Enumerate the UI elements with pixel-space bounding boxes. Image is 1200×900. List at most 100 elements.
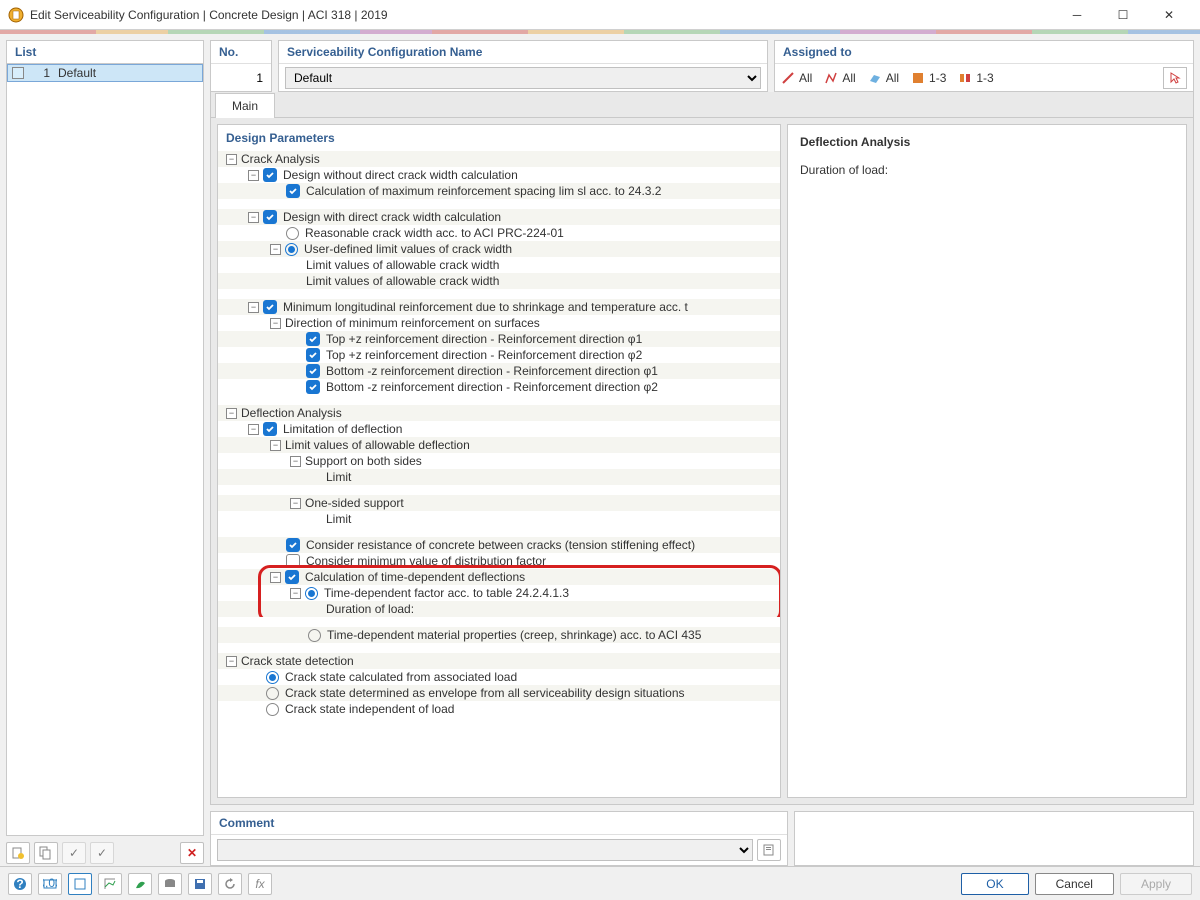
param-label: Time-dependent factor acc. to table 24.2… xyxy=(324,586,569,600)
bracket-icon xyxy=(73,877,87,891)
collapse-icon[interactable]: − xyxy=(290,588,301,599)
comment-right-panel xyxy=(794,811,1194,866)
window-title: Edit Serviceability Configuration | Conc… xyxy=(30,8,1054,22)
tool-button-3[interactable] xyxy=(158,873,182,895)
set-icon xyxy=(824,71,838,85)
param-label: Support on both sides xyxy=(305,454,422,468)
graph-icon xyxy=(103,877,117,891)
minimize-button[interactable]: ─ xyxy=(1054,0,1100,30)
config-list: 1 Default xyxy=(6,64,204,836)
comment-box: Comment xyxy=(210,811,788,866)
radio[interactable] xyxy=(266,687,279,700)
collapse-icon[interactable]: − xyxy=(270,244,281,255)
collapse-icon[interactable]: − xyxy=(226,408,237,419)
radio[interactable] xyxy=(285,243,298,256)
apply-button[interactable]: Apply xyxy=(1120,873,1192,895)
collapse-icon[interactable]: − xyxy=(270,318,281,329)
collapse-icon[interactable]: − xyxy=(248,424,259,435)
param-label: Limit values of allowable crack width xyxy=(306,274,499,288)
collapse-icon[interactable]: − xyxy=(270,572,281,583)
copy-icon xyxy=(39,846,53,860)
radio[interactable] xyxy=(305,587,318,600)
checkbox[interactable] xyxy=(285,570,299,584)
close-button[interactable]: ✕ xyxy=(1146,0,1192,30)
collapse-icon[interactable]: − xyxy=(226,154,237,165)
radio[interactable] xyxy=(308,629,321,642)
function-button[interactable]: fx xyxy=(248,873,272,895)
tool-button-2[interactable] xyxy=(128,873,152,895)
new-item-button[interactable] xyxy=(6,842,30,864)
parameters-tree[interactable]: Design Parameters −Crack Analysis −Desig… xyxy=(217,124,781,798)
config-name-label: Serviceability Configuration Name xyxy=(279,41,767,64)
units-button[interactable]: 0,00 xyxy=(38,873,62,895)
titlebar: Edit Serviceability Configuration | Conc… xyxy=(0,0,1200,30)
info-panel: Deflection Analysis Duration of load: xyxy=(787,124,1187,798)
no-box: No. 1 xyxy=(210,40,272,92)
param-label: Design with direct crack width calculati… xyxy=(283,210,501,224)
radio[interactable] xyxy=(286,227,299,240)
config-name-select[interactable]: Default xyxy=(285,67,761,89)
checkbox[interactable] xyxy=(263,210,277,224)
reset-button[interactable] xyxy=(218,873,242,895)
param-label: Bottom -z reinforcement direction - Rein… xyxy=(326,364,658,378)
param-label: Top +z reinforcement direction - Reinfor… xyxy=(326,348,642,362)
tab-main[interactable]: Main xyxy=(215,93,275,118)
param-label: Design without direct crack width calcul… xyxy=(283,168,518,182)
checkbox[interactable] xyxy=(306,332,320,346)
param-label: Top +z reinforcement direction - Reinfor… xyxy=(326,332,642,346)
view-button[interactable] xyxy=(68,873,92,895)
copy-item-button[interactable] xyxy=(34,842,58,864)
checkbox[interactable] xyxy=(306,380,320,394)
radio[interactable] xyxy=(266,703,279,716)
assigned-text: 1-3 xyxy=(976,71,993,85)
collapse-icon[interactable]: − xyxy=(290,498,301,509)
list-item[interactable]: 1 Default xyxy=(7,64,203,82)
maximize-button[interactable]: ☐ xyxy=(1100,0,1146,30)
checkbox[interactable] xyxy=(306,364,320,378)
checkbox[interactable] xyxy=(306,348,320,362)
cancel-button[interactable]: Cancel xyxy=(1035,873,1114,895)
crack-analysis-label: Crack Analysis xyxy=(241,152,320,166)
param-label: Limitation of deflection xyxy=(283,422,402,436)
assigned-item: All xyxy=(824,71,855,85)
param-label: Time-dependent material properties (cree… xyxy=(327,628,701,642)
collapse-icon[interactable]: − xyxy=(248,170,259,181)
note-icon xyxy=(762,843,776,857)
param-label: Calculation of maximum reinforcement spa… xyxy=(306,184,661,198)
collapse-icon[interactable]: − xyxy=(270,440,281,451)
help-button[interactable]: ? xyxy=(8,873,32,895)
tool-button-1[interactable] xyxy=(98,873,122,895)
check-button-1[interactable]: ✓ xyxy=(62,842,86,864)
param-label: Bottom -z reinforcement direction - Rein… xyxy=(326,380,658,394)
comment-select[interactable] xyxy=(217,839,753,861)
tool-button-4[interactable] xyxy=(188,873,212,895)
param-label: Crack state calculated from associated l… xyxy=(285,670,517,684)
ok-button[interactable]: OK xyxy=(961,873,1028,895)
comment-edit-button[interactable] xyxy=(757,839,781,861)
checkbox[interactable] xyxy=(286,554,300,568)
param-label: Consider minimum value of distribution f… xyxy=(306,554,546,568)
checkbox[interactable] xyxy=(286,184,300,198)
param-label: Minimum longitudinal reinforcement due t… xyxy=(283,300,688,314)
check-button-2[interactable]: ✓ xyxy=(90,842,114,864)
checkbox[interactable] xyxy=(263,168,277,182)
checkbox[interactable] xyxy=(263,422,277,436)
param-label: One-sided support xyxy=(305,496,404,510)
info-heading: Deflection Analysis xyxy=(800,135,1174,149)
radio[interactable] xyxy=(266,671,279,684)
pick-button[interactable] xyxy=(1163,67,1187,89)
collapse-icon[interactable]: − xyxy=(226,656,237,667)
collapse-icon[interactable]: − xyxy=(290,456,301,467)
checkbox[interactable] xyxy=(263,300,277,314)
collapse-icon[interactable]: − xyxy=(248,302,259,313)
assigned-text: All xyxy=(886,71,899,85)
checkbox[interactable] xyxy=(286,538,300,552)
collapse-icon[interactable]: − xyxy=(248,212,259,223)
cursor-icon xyxy=(1168,71,1182,85)
member-icon xyxy=(781,71,795,85)
assigned-item: 1-3 xyxy=(958,71,993,85)
param-label: Crack state independent of load xyxy=(285,702,454,716)
param-label: Crack state determined as envelope from … xyxy=(285,686,685,700)
delete-item-button[interactable]: ✕ xyxy=(180,842,204,864)
param-label: Limit values of allowable deflection xyxy=(285,438,470,452)
